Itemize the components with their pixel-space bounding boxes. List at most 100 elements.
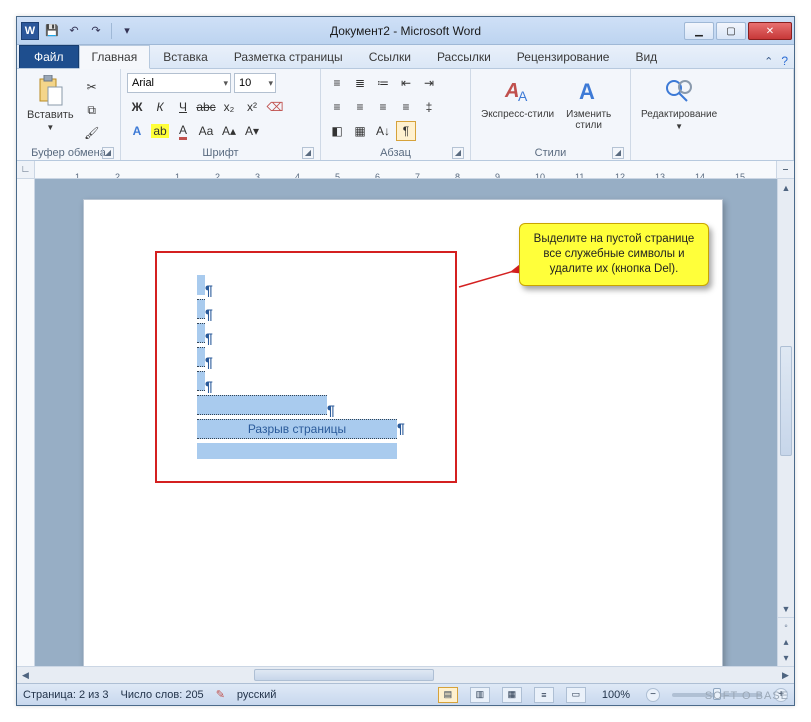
status-page[interactable]: Страница: 2 из 3 xyxy=(23,689,109,701)
subscript-button[interactable]: x₂ xyxy=(219,97,239,117)
tab-view[interactable]: Вид xyxy=(622,45,670,68)
format-painter-button[interactable]: 🖌 xyxy=(82,123,102,143)
horizontal-ruler[interactable]: ∟ 1 2 1 2 3 4 5 6 7 8 9 10 11 12 13 14 1… xyxy=(17,161,794,179)
tab-insert[interactable]: Вставка xyxy=(150,45,221,68)
quick-styles-button[interactable]: AA Экспресс-стили xyxy=(477,73,558,122)
align-left-button[interactable]: ≡ xyxy=(327,97,347,117)
ruler-toggle-button[interactable]: ⎯ xyxy=(776,161,794,179)
prev-page-button[interactable]: ▴ xyxy=(778,634,794,650)
ruler-tick: 14 xyxy=(695,172,705,180)
vertical-scrollbar[interactable]: ▲ ▼ ◦ ▴ ▾ xyxy=(777,179,794,666)
show-paragraph-marks-button[interactable]: ¶ xyxy=(396,121,416,141)
highlight-button[interactable]: ab xyxy=(150,121,170,141)
grow-font-button[interactable]: A▴ xyxy=(219,121,239,141)
maximize-button[interactable]: ▢ xyxy=(716,22,746,40)
paragraph-dialog-launcher[interactable]: ◢ xyxy=(452,147,464,159)
tab-references[interactable]: Ссылки xyxy=(356,45,424,68)
justify-button[interactable]: ≡ xyxy=(396,97,416,117)
scroll-thumb[interactable] xyxy=(780,346,792,456)
status-language[interactable]: русский xyxy=(237,689,276,701)
ribbon-minimize-icon[interactable]: ⌃ xyxy=(764,55,773,68)
scroll-up-button[interactable]: ▲ xyxy=(778,179,794,196)
align-center-button[interactable]: ≡ xyxy=(350,97,370,117)
numbering-button[interactable]: ≣ xyxy=(350,73,370,93)
font-name-select[interactable]: Arial xyxy=(127,73,231,93)
font-size-select[interactable]: 10 xyxy=(234,73,276,93)
zoom-out-button[interactable]: − xyxy=(646,688,660,702)
outline-view-button[interactable]: ≡ xyxy=(534,687,554,703)
print-layout-view-button[interactable]: ▤ xyxy=(438,687,458,703)
browse-object-button[interactable]: ◦ xyxy=(778,618,794,634)
group-paragraph: ≡ ≣ ≔ ⇤ ⇥ ≡ ≡ ≡ ≡ ‡ ◧ ▦ A↓ ¶ xyxy=(321,69,471,160)
full-screen-view-button[interactable]: ▥ xyxy=(470,687,490,703)
copy-button[interactable]: ⧉ xyxy=(82,100,102,120)
change-case-button[interactable]: Aa xyxy=(196,121,216,141)
line-spacing-button[interactable]: ‡ xyxy=(419,97,439,117)
group-clipboard: Вставить ▼ ✂ ⧉ 🖌 Буфер обмена◢ xyxy=(17,69,121,160)
tab-stop-selector[interactable]: ∟ xyxy=(17,161,35,179)
qat-undo-button[interactable]: ↶ xyxy=(65,22,83,40)
bold-button[interactable]: Ж xyxy=(127,97,147,117)
eraser-icon: ⌫ xyxy=(267,100,284,114)
find-icon xyxy=(663,75,695,107)
close-button[interactable]: ✕ xyxy=(748,22,792,40)
clipboard-dialog-launcher[interactable]: ◢ xyxy=(102,147,114,159)
next-page-button[interactable]: ▾ xyxy=(778,650,794,666)
qat-customize-button[interactable]: ▾ xyxy=(118,22,136,40)
tab-home[interactable]: Главная xyxy=(79,45,151,69)
superscript-button[interactable]: x² xyxy=(242,97,262,117)
change-styles-button[interactable]: A Изменить стили xyxy=(562,73,615,133)
qat-redo-button[interactable]: ↷ xyxy=(87,22,105,40)
minimize-button[interactable]: ▁ xyxy=(684,22,714,40)
align-right-button[interactable]: ≡ xyxy=(373,97,393,117)
work-area: ∟ 1 2 1 2 3 4 5 6 7 8 9 10 11 12 13 14 1… xyxy=(17,161,794,683)
text-effects-button[interactable]: A xyxy=(127,121,147,141)
styles-dialog-launcher[interactable]: ◢ xyxy=(612,147,624,159)
document-canvas[interactable]: ¶ ¶ ¶ ¶ ¶ ¶ Разрыв страницы¶ Выделите на… xyxy=(35,179,777,666)
web-layout-view-button[interactable]: ▦ xyxy=(502,687,522,703)
hscroll-thumb[interactable] xyxy=(254,669,434,681)
scroll-right-button[interactable]: ▶ xyxy=(777,667,794,683)
font-color-button[interactable]: A xyxy=(173,121,193,141)
group-font: Arial 10 Ж К Ч abc x₂ x² ⌫ A ab A Aa xyxy=(121,69,321,160)
ruler-tick: 11 xyxy=(575,172,584,180)
zoom-level[interactable]: 100% xyxy=(602,689,630,701)
multilevel-button[interactable]: ≔ xyxy=(373,73,393,93)
ruler-tick: 8 xyxy=(455,172,460,180)
borders-button[interactable]: ▦ xyxy=(350,121,370,141)
tab-page-layout[interactable]: Разметка страницы xyxy=(221,45,356,68)
font-dialog-launcher[interactable]: ◢ xyxy=(302,147,314,159)
bullets-button[interactable]: ≡ xyxy=(327,73,347,93)
scroll-left-button[interactable]: ◀ xyxy=(17,667,34,683)
page-break-text: Разрыв страницы xyxy=(248,422,346,436)
draft-view-button[interactable]: ▭ xyxy=(566,687,586,703)
vertical-ruler[interactable] xyxy=(17,179,35,666)
paste-button[interactable]: Вставить ▼ xyxy=(23,73,78,134)
strikethrough-button[interactable]: abc xyxy=(196,97,216,117)
svg-text:A: A xyxy=(518,88,528,104)
status-word-count[interactable]: Число слов: 205 xyxy=(121,689,204,701)
clear-formatting-button[interactable]: ⌫ xyxy=(265,97,285,117)
editing-button[interactable]: Редактирование ▼ xyxy=(637,73,721,133)
ruler-tick: 2 xyxy=(215,172,220,180)
shrink-font-button[interactable]: A▾ xyxy=(242,121,262,141)
ruler-tick: 5 xyxy=(335,172,340,180)
tab-review[interactable]: Рецензирование xyxy=(504,45,623,68)
sort-button[interactable]: A↓ xyxy=(373,121,393,141)
tab-mailings[interactable]: Рассылки xyxy=(424,45,504,68)
file-tab[interactable]: Файл xyxy=(19,45,79,68)
document-content[interactable]: ¶ ¶ ¶ ¶ ¶ ¶ Разрыв страницы¶ xyxy=(197,275,405,467)
proofing-icon[interactable]: ✎ xyxy=(216,688,225,701)
italic-button[interactable]: К xyxy=(150,97,170,117)
ruler-tick: 9 xyxy=(495,172,500,180)
horizontal-scrollbar[interactable]: ◀ ▶ xyxy=(17,666,794,683)
ruler-tick: 3 xyxy=(255,172,260,180)
help-icon[interactable]: ? xyxy=(781,54,788,68)
scroll-down-button[interactable]: ▼ xyxy=(778,600,794,617)
decrease-indent-button[interactable]: ⇤ xyxy=(396,73,416,93)
shading-button[interactable]: ◧ xyxy=(327,121,347,141)
cut-button[interactable]: ✂ xyxy=(82,77,102,97)
increase-indent-button[interactable]: ⇥ xyxy=(419,73,439,93)
qat-save-button[interactable]: 💾 xyxy=(43,22,61,40)
underline-button[interactable]: Ч xyxy=(173,97,193,117)
